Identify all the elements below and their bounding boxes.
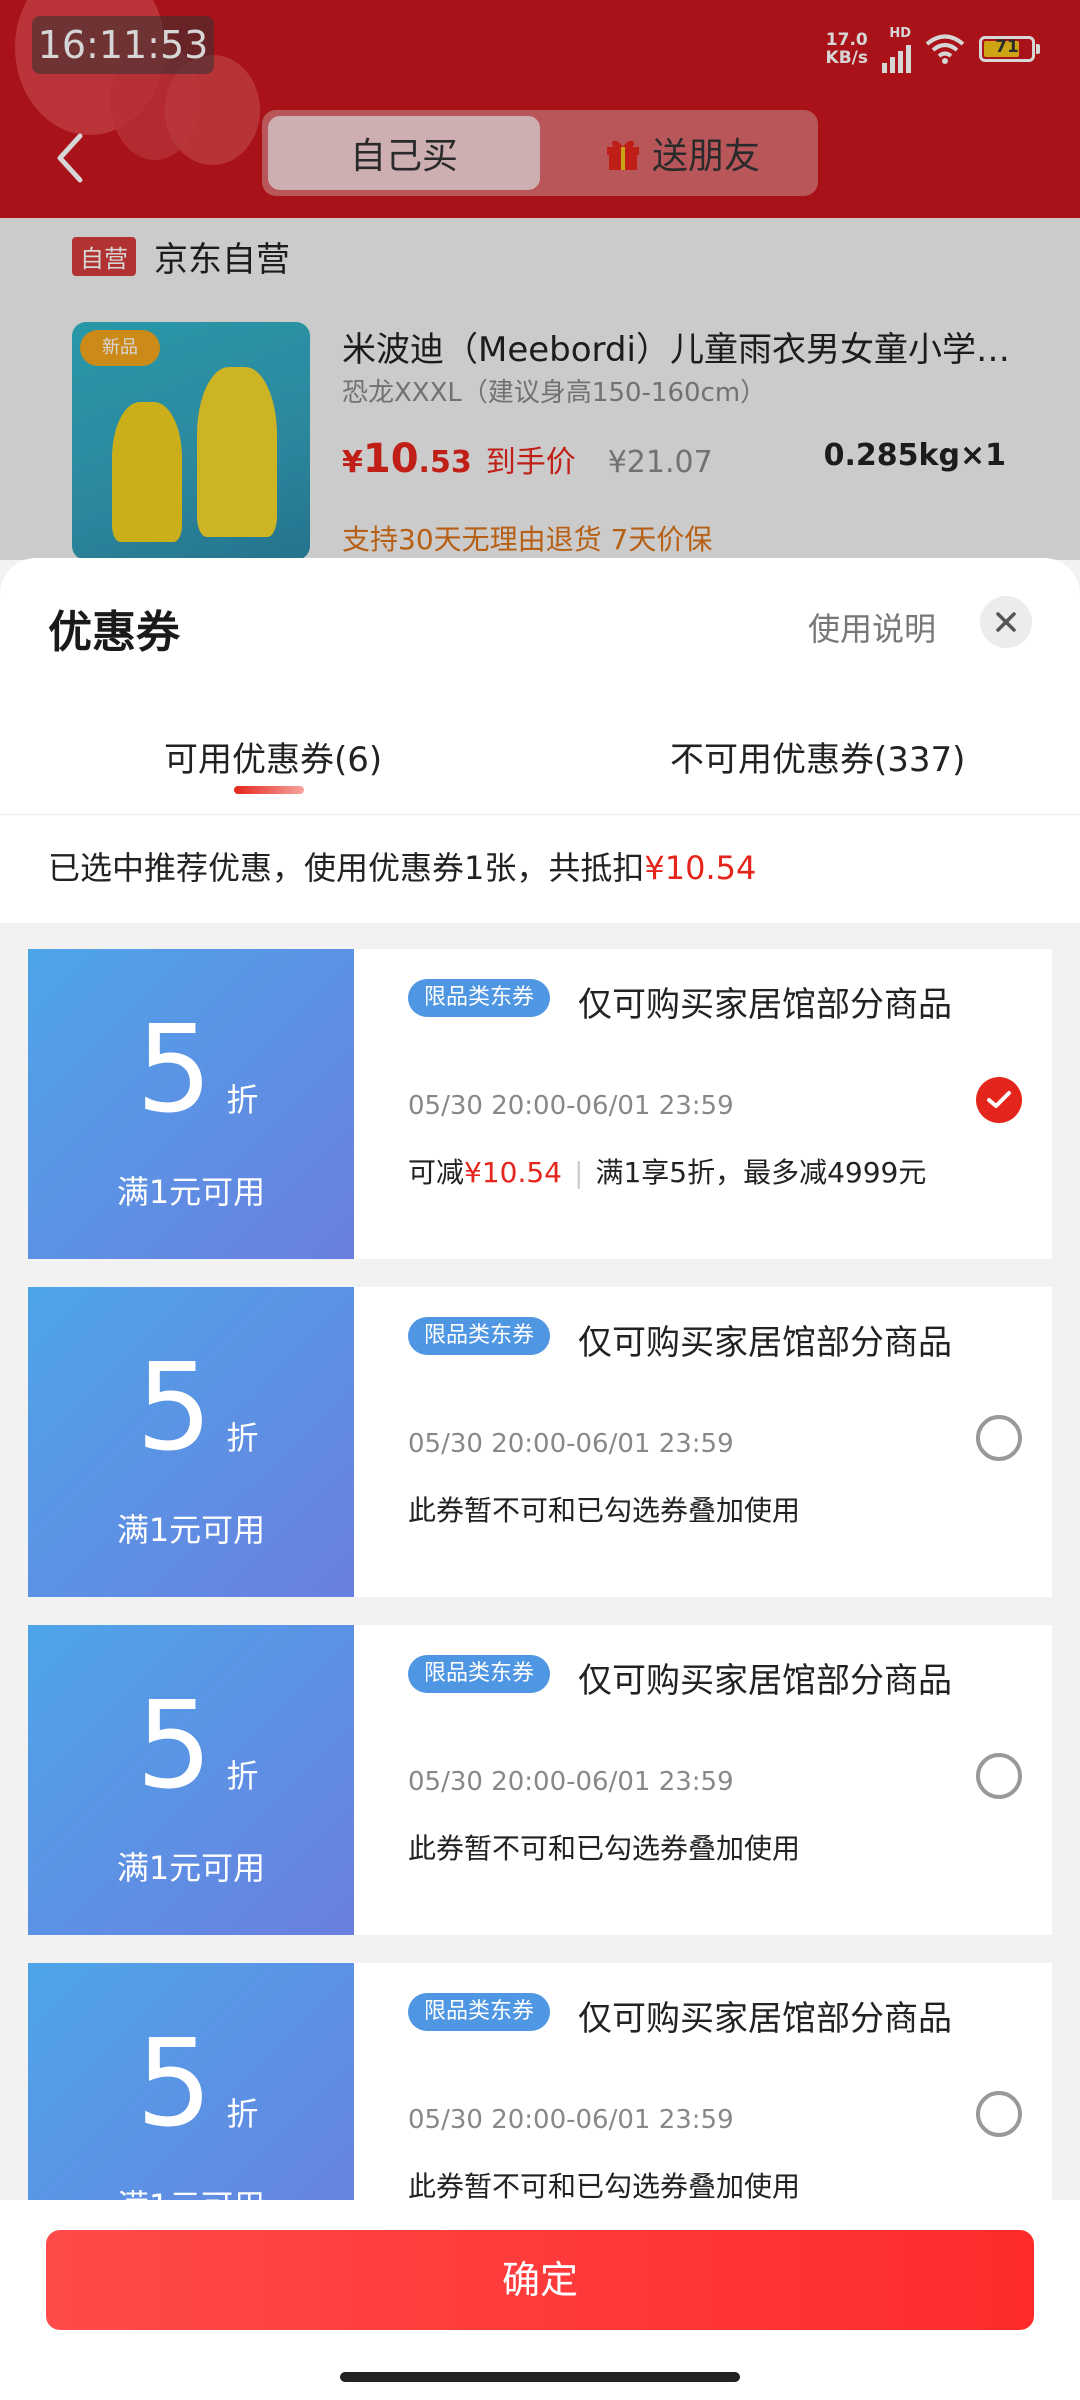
close-icon <box>996 612 1016 632</box>
discount-unit: 折 <box>226 1419 259 1457</box>
discount-unit: 折 <box>226 1757 259 1795</box>
coupon-value-panel: 5 折 满1元可用 <box>28 1625 354 1935</box>
coupon-validity: 05/30 20:00-06/01 23:59 <box>408 1429 734 1459</box>
coupon-validity: 05/30 20:00-06/01 23:59 <box>408 2105 734 2135</box>
coupon-description: 可减¥10.54 | 满1享5折，最多减4999元 <box>408 1151 926 1191</box>
category-tag: 限品类东券 <box>408 1317 551 1355</box>
sheet-title: 优惠券 <box>48 607 180 658</box>
coupon-sheet: 优惠券 使用说明 可用优惠券(6) 不可用优惠券(337) 已选中推荐优惠，使用… <box>0 558 1080 2400</box>
coupon-checkbox-checked[interactable] <box>976 1077 1022 1123</box>
coupon-validity: 05/30 20:00-06/01 23:59 <box>408 1091 734 1121</box>
coupon-description: 此券暂不可和已勾选券叠加使用 <box>408 1494 801 1527</box>
coupon-desc-rule: 满1享5折，最多减4999元 <box>595 1156 927 1189</box>
coupon-card[interactable]: 5 折 满1元可用 限品类东券 仅可购买家居馆部分商品 05/30 20:00-… <box>28 1287 1052 1597</box>
coupon-checkbox[interactable] <box>976 1753 1022 1799</box>
coupon-condition: 满1元可用 <box>116 1173 266 1211</box>
discount-value: 5 <box>136 1001 213 1140</box>
coupon-description: 此券暂不可和已勾选券叠加使用 <box>408 1832 801 1865</box>
coupon-info: 限品类东券 仅可购买家居馆部分商品 05/30 20:00-06/01 23:5… <box>382 949 1052 1259</box>
tab-indicator <box>234 786 304 794</box>
overlay-dim[interactable] <box>0 0 1080 560</box>
discount: 5 折 <box>136 2025 258 2145</box>
coupon-title: 仅可购买家居馆部分商品 <box>578 985 952 1025</box>
coupon-info: 限品类东券 仅可购买家居馆部分商品 05/30 20:00-06/01 23:5… <box>382 1287 1052 1597</box>
discount-value: 5 <box>136 1339 213 1478</box>
coupon-info: 限品类东券 仅可购买家居馆部分商品 05/30 20:00-06/01 23:5… <box>382 1625 1052 1935</box>
discount-value: 5 <box>136 2015 213 2154</box>
tab-available-coupons[interactable]: 可用优惠券(6) <box>164 732 382 781</box>
discount-unit: 折 <box>226 2095 259 2133</box>
coupon-card[interactable]: 5 折 满1元可用 限品类东券 仅可购买家居馆部分商品 05/30 20:00-… <box>28 949 1052 1259</box>
tab-unavailable-coupons[interactable]: 不可用优惠券(337) <box>670 732 965 781</box>
usage-instructions-link[interactable]: 使用说明 <box>808 604 936 650</box>
category-tag: 限品类东券 <box>408 1993 551 2031</box>
divider: | <box>574 1156 584 1189</box>
close-button[interactable] <box>980 596 1032 648</box>
coupon-card[interactable]: 5 折 满1元可用 限品类东券 仅可购买家居馆部分商品 05/30 20:00-… <box>28 1625 1052 1935</box>
coupon-checkbox[interactable] <box>976 1415 1022 1461</box>
check-icon <box>987 1091 1011 1108</box>
coupon-title: 仅可购买家居馆部分商品 <box>578 1323 952 1363</box>
coupon-validity: 05/30 20:00-06/01 23:59 <box>408 1767 734 1797</box>
summary-text: 已选中推荐优惠，使用优惠券1张，共抵扣 <box>48 849 645 887</box>
footer: 确定 <box>0 2200 1080 2400</box>
discount-value: 5 <box>136 1677 213 1816</box>
discount: 5 折 <box>136 1687 258 1807</box>
discount: 5 折 <box>136 1349 258 1469</box>
home-indicator[interactable] <box>340 2372 740 2382</box>
coupon-value-panel: 5 折 满1元可用 <box>28 949 354 1259</box>
sheet-header: 优惠券 使用说明 可用优惠券(6) 不可用优惠券(337) <box>0 558 1080 814</box>
selection-summary: 已选中推荐优惠，使用优惠券1张，共抵扣¥10.54 <box>0 814 1080 923</box>
coupon-condition: 满1元可用 <box>116 1849 266 1887</box>
discount-unit: 折 <box>226 1081 259 1119</box>
coupon-title: 仅可购买家居馆部分商品 <box>578 1661 952 1701</box>
coupon-desc-prefix: 可减 <box>408 1156 465 1189</box>
coupon-checkbox[interactable] <box>976 2091 1022 2137</box>
coupon-title: 仅可购买家居馆部分商品 <box>578 1999 952 2039</box>
category-tag: 限品类东券 <box>408 1655 551 1693</box>
summary-amount: ¥10.54 <box>644 849 757 887</box>
coupon-description: 此券暂不可和已勾选券叠加使用 <box>408 2170 801 2203</box>
discount: 5 折 <box>136 1011 258 1131</box>
confirm-button[interactable]: 确定 <box>46 2230 1034 2330</box>
coupon-condition: 满1元可用 <box>116 1511 266 1549</box>
category-tag: 限品类东券 <box>408 979 551 1017</box>
coupon-list: 5 折 满1元可用 限品类东券 仅可购买家居馆部分商品 05/30 20:00-… <box>0 923 1080 2273</box>
page: 16:11:53 17.0 KB/s HD 71 自己买 送朋友 自营 京东自营… <box>0 0 1080 2400</box>
coupon-value-panel: 5 折 满1元可用 <box>28 1287 354 1597</box>
coupon-desc-amount: ¥10.54 <box>464 1156 562 1189</box>
